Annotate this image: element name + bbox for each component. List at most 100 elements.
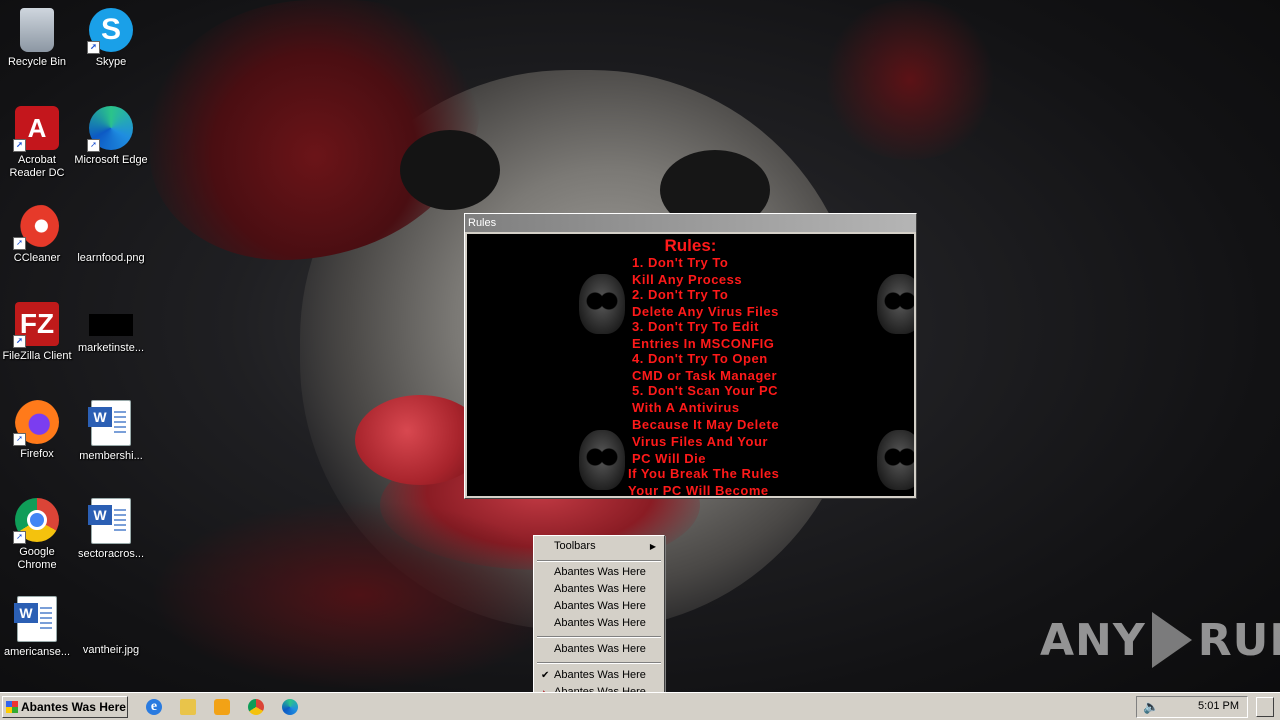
desktop-icon-label: Recycle Bin (7, 56, 67, 68)
show-desktop-button[interactable] (1256, 697, 1274, 717)
rule-line: Kill Any Process (632, 272, 743, 287)
rule-line: Because It May Delete (632, 417, 780, 432)
window-title-bar[interactable]: Rules (465, 214, 916, 232)
skype-icon: S ➚ (87, 8, 133, 54)
desktop-icon-label: membershi... (79, 450, 143, 462)
desktop-icon-membershi[interactable]: membershi... (74, 392, 148, 463)
firefox-icon: ➚ (13, 400, 59, 446)
menu-item[interactable]: Abantes Was Here (536, 641, 662, 658)
acrobat-icon: A ➚ (13, 106, 59, 152)
word-doc-icon (14, 596, 57, 642)
checkmark-icon: ✔ (541, 670, 550, 681)
menu-separator (537, 662, 661, 664)
desktop-icon-label: CCleaner (13, 252, 61, 264)
start-button[interactable]: Abantes Was Here (2, 696, 128, 718)
filezilla-icon: FZ ➚ (13, 302, 59, 348)
play-icon (1151, 612, 1192, 668)
anyrun-watermark: ANY RUN (1040, 612, 1280, 668)
rule-line: 2. Don't Try To (632, 287, 729, 302)
desktop-icon-label: vantheir.jpg (82, 644, 140, 656)
image-file-icon (89, 204, 133, 248)
menu-separator (537, 636, 661, 638)
skull-image (579, 274, 625, 334)
clock[interactable]: 5:01 PM (1198, 700, 1239, 712)
rules-content: Rules: 1. Don't Try To Kill Any Process … (467, 234, 914, 496)
skull-image (579, 430, 625, 490)
system-tray: 🔈 5:01 PM (1136, 696, 1248, 718)
desktop-icon-sectoracros[interactable]: sectoracros... (74, 490, 148, 561)
desktop-icon-recycle-bin[interactable]: Recycle Bin (0, 0, 74, 69)
chrome-icon[interactable] (248, 699, 264, 715)
menu-item-checked[interactable]: ✔ Abantes Was Here (536, 667, 662, 684)
desktop-icon-marketinste[interactable]: marketinste... (74, 294, 148, 355)
desktop-icon-firefox[interactable]: ➚ Firefox (0, 392, 74, 461)
menu-item[interactable]: Abantes Was Here (536, 564, 662, 581)
rules-window[interactable]: Rules Rules: 1. Don't Try To Kill Any Pr… (464, 213, 917, 499)
rules-heading: Rules: (664, 236, 717, 255)
media-player-icon[interactable] (214, 699, 230, 715)
rule-line: 3. Don't Try To Edit (632, 319, 759, 334)
submenu-arrow-icon: ▶ (649, 542, 656, 551)
rule-line: Entries In MSCONFIG (632, 336, 775, 351)
desktop-icon-label: learnfood.png (77, 252, 145, 264)
menu-item[interactable]: Abantes Was Here (536, 581, 662, 598)
wallpaper-eye (400, 130, 500, 210)
taskbar: Abantes Was Here e 🔈 5:01 PM (0, 692, 1280, 720)
edge-icon[interactable] (282, 699, 298, 715)
desktop-icon-learnfood[interactable]: learnfood.png (74, 196, 148, 265)
rule-line: CMD or Task Manager (632, 368, 778, 383)
rule-line: Virus Files And Your (632, 434, 768, 449)
desktop-icon-chrome[interactable]: ➚ Google Chrome (0, 490, 74, 572)
desktop-icon-edge[interactable]: ➚ Microsoft Edge (74, 98, 148, 167)
rule-line: With A Antivirus (632, 400, 740, 415)
desktop-icon-filezilla[interactable]: FZ ➚ FileZilla Client (0, 294, 74, 363)
start-button-label: Abantes Was Here (21, 700, 126, 714)
desktop-icon-label: sectoracros... (77, 548, 145, 560)
wallpaper-hair (150, 0, 480, 260)
menu-item[interactable]: Abantes Was Here (536, 615, 662, 632)
internet-explorer-icon[interactable]: e (146, 699, 162, 715)
desktop-icon-label: Skype (95, 56, 127, 68)
menu-item[interactable]: Abantes Was Here (536, 598, 662, 615)
wallpaper-collar (150, 500, 570, 690)
explorer-icon[interactable] (180, 699, 196, 715)
word-doc-icon (88, 498, 131, 544)
rule-line: 4. Don't Try To Open (632, 351, 768, 366)
taskbar-context-menu[interactable]: Toolbars ▶ Abantes Was Here Abantes Was … (533, 535, 665, 703)
menu-item-label: Abantes Was Here (554, 669, 646, 681)
image-file-icon (89, 596, 133, 640)
watermark-text-right: RUN (1197, 614, 1280, 666)
volume-icon[interactable]: 🔈 (1143, 699, 1159, 715)
desktop-icon-label: Firefox (20, 448, 54, 460)
rule-line: PC Will Die (632, 451, 707, 466)
edge-icon: ➚ (87, 106, 133, 152)
desktop-icon-label: Google Chrome (17, 546, 57, 571)
watermark-text-left: ANY (1040, 614, 1146, 666)
rule-line: Delete Any Virus Files (632, 304, 779, 319)
desktop-icon-label: FileZilla Client (2, 350, 72, 362)
image-file-icon (89, 314, 133, 336)
wallpaper-hair (820, 0, 1000, 160)
menu-item-toolbars[interactable]: Toolbars ▶ (536, 538, 662, 555)
menu-item-label: Toolbars (554, 540, 596, 552)
menu-separator (537, 560, 661, 562)
recycle-bin-icon (20, 8, 54, 52)
rule-line: If You Break The Rules (628, 466, 780, 481)
skull-image (877, 274, 914, 334)
windows-logo-icon (6, 701, 18, 713)
desktop-icon-americanse[interactable]: americanse... (0, 588, 74, 659)
chrome-icon: ➚ (13, 498, 59, 544)
rule-line: 1. Don't Try To (632, 255, 729, 270)
desktop-icon-skype[interactable]: S ➚ Skype (74, 0, 148, 69)
desktop-icon-label: Microsoft Edge (74, 154, 148, 166)
word-doc-icon (88, 400, 131, 446)
desktop-icon-label: marketinste... (77, 342, 145, 354)
rule-line: Your PC Will Become (628, 483, 769, 496)
ccleaner-icon: ➚ (13, 204, 59, 250)
rule-line: 5. Don't Scan Your PC (632, 383, 779, 398)
desktop-icon-ccleaner[interactable]: ➚ CCleaner (0, 196, 74, 265)
desktop-icon-acrobat[interactable]: A ➚ Acrobat Reader DC (0, 98, 74, 180)
desktop-icon-label: Acrobat Reader DC (9, 154, 65, 179)
desktop-icon-label: americanse... (3, 646, 71, 658)
desktop-icon-vantheir[interactable]: vantheir.jpg (74, 588, 148, 657)
